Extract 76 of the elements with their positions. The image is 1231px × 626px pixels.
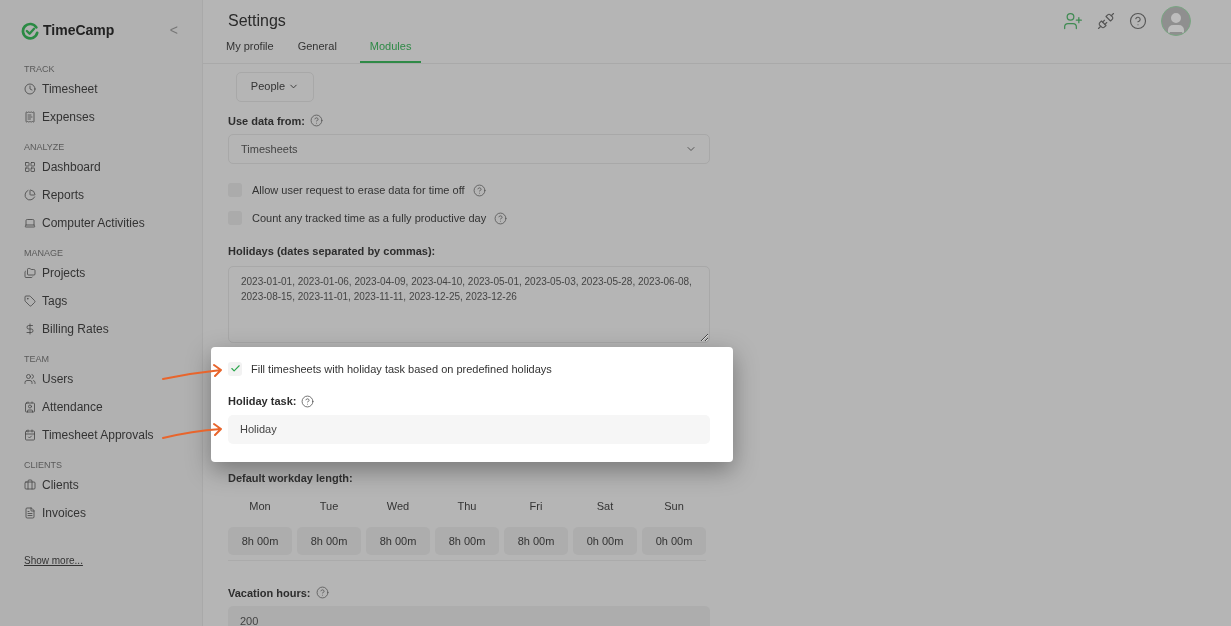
brand-name: TimeCamp xyxy=(43,21,115,40)
hours-field[interactable]: 8h 00m xyxy=(297,526,361,555)
tag-icon xyxy=(24,295,36,307)
clock-icon xyxy=(24,83,36,95)
folders-icon xyxy=(24,267,36,279)
page-title: Settings xyxy=(228,11,286,31)
sidebar-item[interactable]: Expenses xyxy=(24,103,178,131)
module-dropdown[interactable]: People xyxy=(236,71,314,102)
document-icon xyxy=(24,507,36,519)
sidebar-item[interactable]: Tags xyxy=(24,287,178,315)
annotation-arrow xyxy=(162,362,224,382)
sidebar-item[interactable]: Billing Rates xyxy=(24,315,178,343)
grid-icon xyxy=(24,161,36,173)
day-label: Mon xyxy=(248,499,272,514)
sidebar-item[interactable]: Attendance xyxy=(24,393,178,421)
sidebar-item[interactable]: Computer Activities xyxy=(24,209,178,237)
sidebar-item[interactable]: Invoices xyxy=(24,499,178,527)
laptop-icon xyxy=(24,217,36,229)
help-icon[interactable] xyxy=(301,394,315,408)
section-heading: ANALYZE xyxy=(24,141,66,153)
help-icon[interactable] xyxy=(315,586,329,600)
sidebar-item[interactable]: Clients xyxy=(24,471,178,499)
section-heading: TRACK xyxy=(24,63,56,75)
day-label: Fri xyxy=(528,499,544,514)
hours-field[interactable]: 8h 00m xyxy=(228,526,292,555)
plug-icon[interactable] xyxy=(1097,12,1115,30)
hours-field[interactable]: 8h 00m xyxy=(504,526,568,555)
help-icon[interactable] xyxy=(472,183,486,197)
section-heading: MANAGE xyxy=(24,247,64,259)
data-source-select[interactable]: Timesheets xyxy=(228,134,710,164)
id-card-icon xyxy=(24,401,36,413)
option-label: Fill timesheets with holiday task based on predefined holidays xyxy=(251,361,552,377)
dollar-icon xyxy=(24,323,36,335)
field-label: Use data from: xyxy=(228,113,306,129)
show-more-link[interactable]: Show more... xyxy=(24,553,178,568)
field-label: Vacation hours: xyxy=(228,585,311,601)
sidebar-item[interactable]: Users xyxy=(24,365,178,393)
calendar-check-icon xyxy=(24,429,36,441)
hours-field[interactable]: 8h 00m xyxy=(366,526,430,555)
field-label: Default workday length: xyxy=(228,470,354,486)
sidebar-item[interactable]: Timesheet xyxy=(24,75,178,103)
option-label: Allow user request to erase data for time off xyxy=(252,182,465,198)
day-label: Thu xyxy=(456,499,478,514)
add-user-icon[interactable] xyxy=(1063,11,1083,31)
briefcase-icon xyxy=(24,479,36,491)
vacation-hours-field[interactable]: 200 xyxy=(228,606,710,626)
help-icon[interactable] xyxy=(1129,12,1147,30)
field-label: Holidays (dates separated by commas): xyxy=(228,244,437,259)
day-label: Sat xyxy=(595,499,615,514)
hours-field[interactable]: 0h 00m xyxy=(642,526,706,555)
day-label: Sun xyxy=(663,499,685,514)
sidebar-item[interactable]: Timesheet Approvals xyxy=(24,421,178,449)
help-icon[interactable] xyxy=(494,211,508,225)
sidebar-item[interactable]: Reports xyxy=(24,181,178,209)
field-label: Holiday task: xyxy=(228,394,297,409)
section-heading: TEAM xyxy=(24,353,50,365)
avatar[interactable] xyxy=(1161,6,1191,36)
section-heading: CLIENTS xyxy=(24,459,63,471)
hours-field[interactable]: 0h 00m xyxy=(573,526,637,555)
annotation-arrow xyxy=(162,421,224,441)
day-label: Wed xyxy=(385,499,411,514)
pie-chart-icon xyxy=(24,189,36,201)
option-label: Count any tracked time as a fully productive day xyxy=(252,210,487,226)
checkbox[interactable] xyxy=(228,361,242,376)
sidebar-item[interactable]: Dashboard xyxy=(24,153,178,181)
receipt-icon xyxy=(24,111,36,123)
day-label: Tue xyxy=(318,499,340,514)
logo-icon xyxy=(21,21,39,40)
holidays-field[interactable]: 2023-01-01, 2023-01-06, 2023-04-09, 2023-04-10, 2023-05-01, 2023-05-03, 2023-05-28, 2023-06-08, 2023-08-15, 2023-11-01, 2023-11-11, 2023-12-25, 2023-12-26 xyxy=(228,265,710,343)
tab[interactable]: My profile xyxy=(225,36,275,63)
help-icon[interactable] xyxy=(310,114,324,128)
holiday-task-field[interactable]: Holiday xyxy=(228,414,710,444)
tab[interactable]: General xyxy=(296,36,338,63)
sidebar-item[interactable]: Projects xyxy=(24,259,178,287)
users-icon xyxy=(24,373,36,385)
hours-field[interactable]: 8h 00m xyxy=(435,526,499,555)
